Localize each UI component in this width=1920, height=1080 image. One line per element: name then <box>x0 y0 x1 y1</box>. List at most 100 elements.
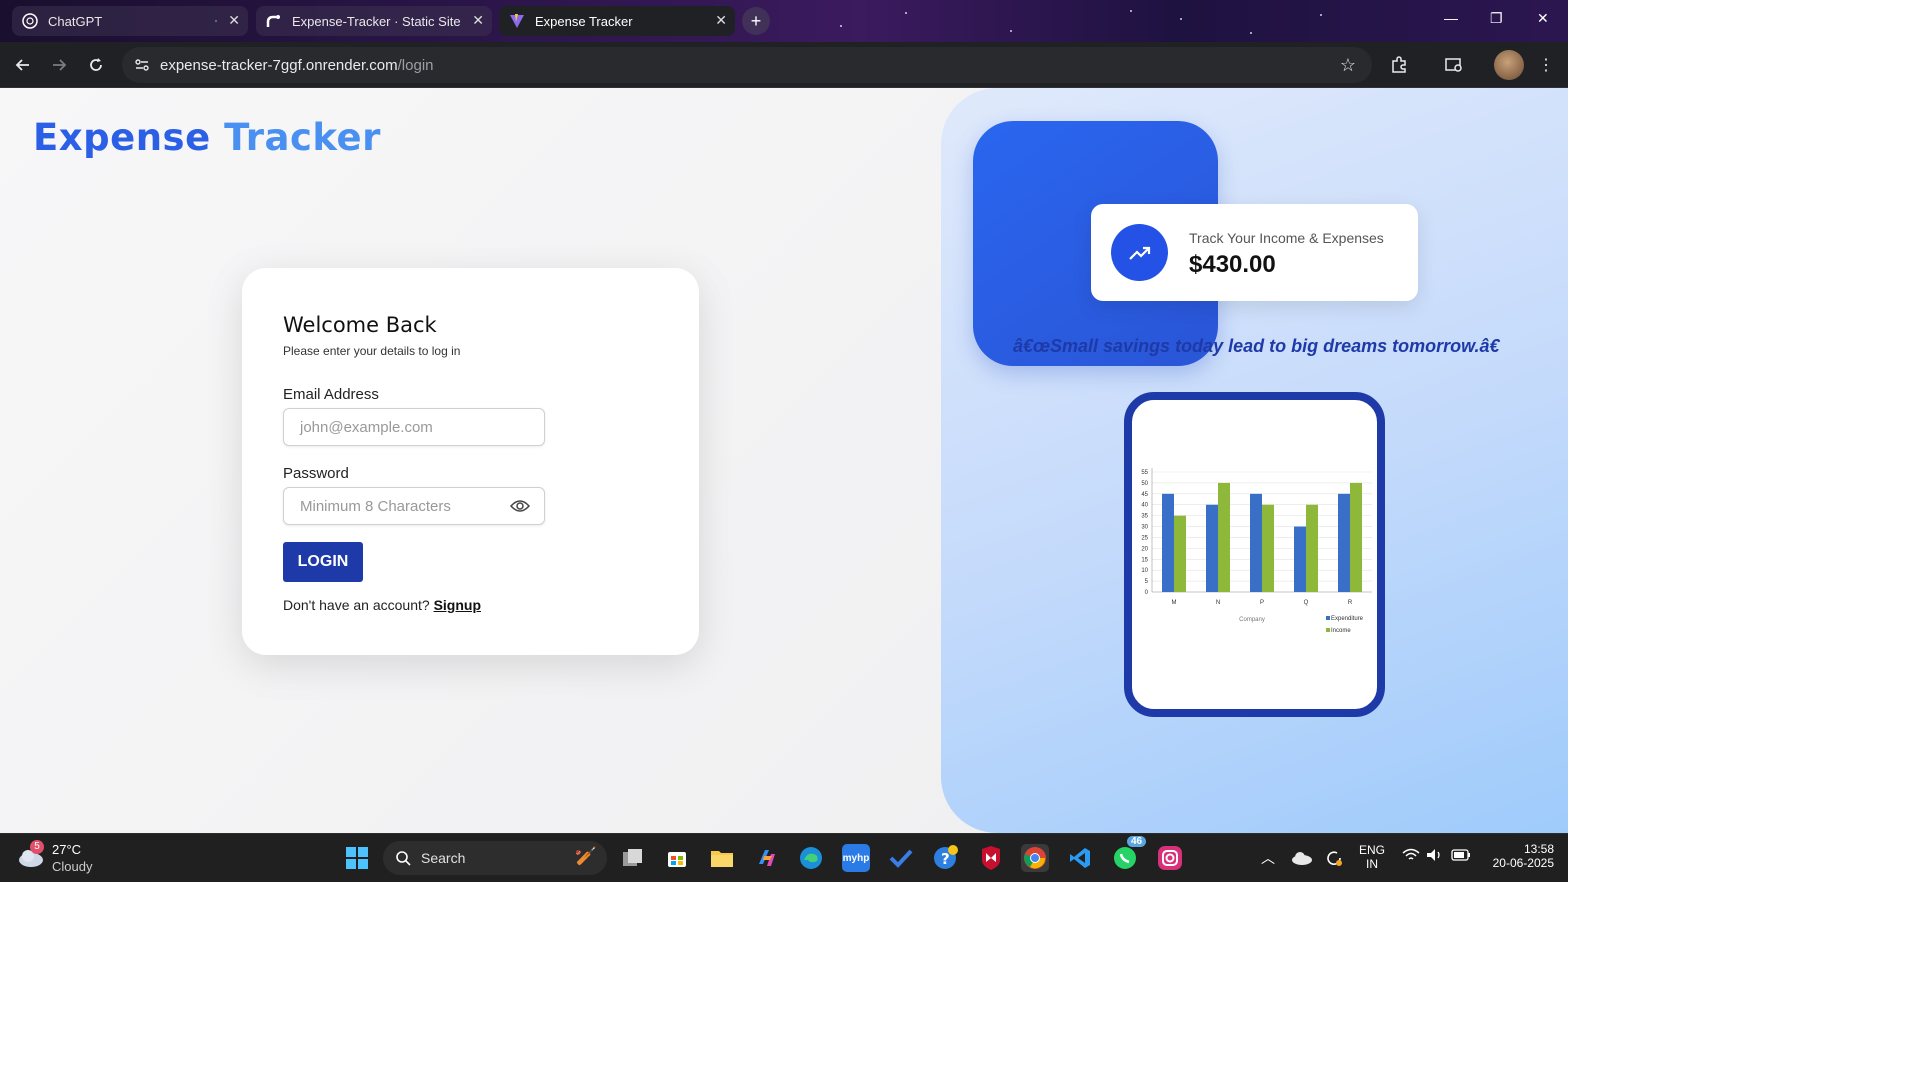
login-button[interactable]: LOGIN <box>283 542 363 582</box>
trending-up-icon <box>1111 224 1168 281</box>
bar-income-R <box>1350 482 1362 592</box>
weather-desc: Cloudy <box>52 859 93 874</box>
profile-avatar[interactable] <box>1494 50 1524 80</box>
chrome-icon[interactable] <box>1021 844 1049 872</box>
render-icon <box>266 13 282 29</box>
language-indicator[interactable]: ENG IN <box>1359 843 1385 871</box>
x-tick-label: M <box>1172 600 1177 606</box>
x-tick-label: N <box>1216 600 1220 606</box>
y-tick-label: 35 <box>1141 514 1148 520</box>
legend-label: Income <box>1331 628 1351 634</box>
clock[interactable]: 13:58 20-06-2025 <box>1480 842 1554 870</box>
search-icon <box>396 851 411 866</box>
sync-icon[interactable] <box>1320 844 1348 872</box>
page-content: Expense Tracker Welcome Back Please ente… <box>0 88 1568 833</box>
x-tick-label: P <box>1260 600 1264 606</box>
y-tick-label: 15 <box>1141 557 1148 563</box>
vscode-icon[interactable] <box>1066 844 1094 872</box>
windows-start-icon[interactable] <box>343 844 371 872</box>
signup-link[interactable]: Signup <box>434 597 481 613</box>
task-view-icon[interactable] <box>619 844 647 872</box>
tab-title: Expense Tracker <box>535 13 633 29</box>
myhp-icon[interactable]: myhp <box>842 844 870 872</box>
motivational-quote: â€œSmall savings today lead to big dream… <box>1013 336 1511 356</box>
window-close-icon[interactable]: ✕ <box>1537 10 1549 27</box>
y-tick-label: 0 <box>1145 590 1149 596</box>
y-tick-label: 10 <box>1141 568 1148 574</box>
bar-expenditure-P <box>1250 493 1262 592</box>
reload-icon[interactable] <box>85 54 107 76</box>
chevron-up-icon[interactable]: ︿ <box>1261 848 1275 868</box>
battery-icon[interactable] <box>1451 849 1471 864</box>
stat-label: Track Your Income & Expenses <box>1189 230 1384 246</box>
bar-expenditure-R <box>1338 493 1350 592</box>
legend-label: Expenditure <box>1331 616 1364 622</box>
restore-icon[interactable]: ❐ <box>1490 10 1503 27</box>
svg-text:?: ? <box>941 850 950 868</box>
tab-expense-tracker[interactable]: Expense Tracker ✕ <box>499 6 735 36</box>
weather-temp: 27°C <box>52 842 82 857</box>
menu-icon[interactable]: ⋮ <box>1535 54 1557 76</box>
copilot-icon[interactable] <box>753 844 781 872</box>
address-bar[interactable]: expense-tracker-7ggf.onrender.com/login … <box>122 47 1372 83</box>
onedrive-icon[interactable] <box>1288 844 1316 872</box>
password-input[interactable]: Minimum 8 Characters <box>283 487 545 525</box>
edge-icon[interactable] <box>797 844 825 872</box>
email-input[interactable]: john@example.com <box>283 408 545 446</box>
mcafee-icon[interactable] <box>977 844 1005 872</box>
new-tab-button[interactable]: + <box>742 7 770 35</box>
cast-search-icon[interactable] <box>1443 54 1465 76</box>
browser-tabstrip: ChatGPT ✕ Expense-Tracker · Static Site … <box>0 0 1568 42</box>
windows-taskbar: 5 27°C Cloudy Search 🏏 myhp ? 46 ︿ ENG IN… <box>0 833 1568 882</box>
legend-swatch <box>1326 628 1330 632</box>
browser-toolbar: expense-tracker-7ggf.onrender.com/login … <box>0 42 1568 88</box>
instagram-icon[interactable] <box>1156 844 1184 872</box>
bar-income-P <box>1262 504 1274 592</box>
site-settings-icon[interactable] <box>132 55 152 75</box>
bar-expenditure-Q <box>1294 526 1306 592</box>
taskbar-search[interactable]: Search 🏏 <box>383 841 607 875</box>
y-tick-label: 40 <box>1141 503 1148 509</box>
login-card: Welcome Back Please enter your details t… <box>242 268 699 655</box>
x-axis-label: Company <box>1239 617 1265 623</box>
tab-chatgpt[interactable]: ChatGPT ✕ <box>12 6 248 36</box>
back-icon[interactable] <box>12 54 34 76</box>
hero-panel: Track Your Income & Expenses $430.00 â€œ… <box>941 88 1568 833</box>
todo-icon[interactable] <box>887 844 915 872</box>
get-help-icon[interactable]: ? <box>931 844 959 872</box>
bar-chart: 0 5 10 15 20 25 30 35 40 45 50 55 M N P Q R Company Expend… <box>1141 468 1372 634</box>
login-subtitle: Please enter your details to log in <box>283 344 461 358</box>
bookmark-star-icon[interactable]: ☆ <box>1340 55 1356 76</box>
x-tick-label: Q <box>1304 600 1309 606</box>
stat-card: Track Your Income & Expenses $430.00 <box>1091 204 1418 301</box>
signup-row: Don't have an account? Signup <box>283 597 481 613</box>
tab-close-icon[interactable]: ✕ <box>715 12 727 29</box>
tab-close-icon[interactable]: ✕ <box>472 12 484 29</box>
vite-icon <box>509 13 525 29</box>
show-password-eye-icon[interactable] <box>510 498 530 514</box>
y-tick-label: 50 <box>1141 481 1148 487</box>
file-explorer-icon[interactable] <box>708 844 736 872</box>
tab-close-icon[interactable]: ✕ <box>228 12 240 29</box>
whatsapp-icon[interactable]: 46 <box>1111 836 1147 872</box>
minimize-icon[interactable]: — <box>1444 10 1458 26</box>
url-text: expense-tracker-7ggf.onrender.com/login <box>160 56 434 74</box>
extensions-icon[interactable] <box>1388 54 1410 76</box>
password-label: Password <box>283 465 349 482</box>
x-tick-label: R <box>1348 600 1353 606</box>
brand-logo: Expense Tracker <box>33 116 381 159</box>
y-tick-label: 25 <box>1141 535 1148 541</box>
tab-title: Expense-Tracker · Static Site · [ <box>292 13 462 29</box>
tab-render[interactable]: Expense-Tracker · Static Site · [ ✕ <box>256 6 492 36</box>
legend-swatch <box>1326 616 1330 620</box>
forward-icon[interactable] <box>48 54 70 76</box>
y-tick-label: 20 <box>1141 546 1148 552</box>
password-placeholder: Minimum 8 Characters <box>300 497 451 515</box>
y-tick-label: 55 <box>1141 470 1148 476</box>
search-highlight-icon: 🏏 <box>574 846 597 866</box>
store-icon[interactable] <box>663 844 691 872</box>
whatsapp-badge: 46 <box>1127 836 1147 847</box>
volume-icon[interactable] <box>1426 848 1444 865</box>
bar-income-N <box>1218 482 1230 592</box>
wifi-icon[interactable] <box>1402 848 1420 867</box>
